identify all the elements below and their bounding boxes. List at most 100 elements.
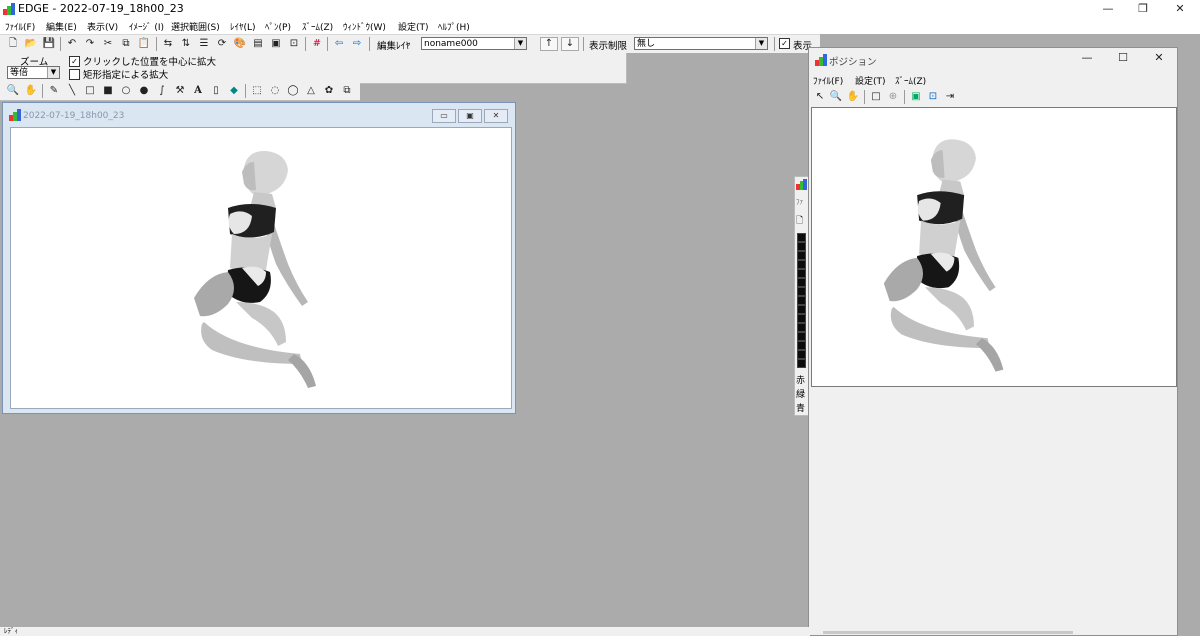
display-checkbox[interactable]: ✓ [779,38,790,49]
position-menu-file[interactable]: ﾌｧｲﾙ(F) [813,74,843,87]
position-close-button[interactable]: ✕ [1141,50,1177,66]
palette-swatch[interactable] [797,323,806,332]
chevron-down-icon: ▼ [47,67,59,78]
crosshair-icon[interactable]: ⊕ [886,90,900,104]
ellipse-select-icon[interactable]: ◌ [268,84,282,98]
polygon-select-icon[interactable]: △ [304,84,318,98]
menu-selection[interactable]: 選択範囲(S) [171,20,220,33]
position-menu-zoom[interactable]: ｽﾞｰﾑ(Z) [895,74,926,87]
palette-swatch[interactable] [797,305,806,314]
filled-circle-icon[interactable]: ● [137,84,151,98]
pointer-icon[interactable]: ↖ [813,90,827,104]
copy-icon[interactable]: ⧉ [119,37,133,51]
palette-swatch[interactable] [797,296,806,305]
new-file-icon[interactable]: 🗋 [6,37,20,51]
undo-icon[interactable]: ↶ [65,37,79,51]
menu-image[interactable]: ｲﾒｰｼﾞ (I) [129,20,164,33]
magnifier-icon[interactable]: 🔍 [829,90,843,104]
flip-v-icon[interactable]: ⇅ [179,37,193,51]
menu-view[interactable]: 表示(V) [87,20,118,33]
hand-icon[interactable]: ✋ [846,90,860,104]
frame-icon[interactable]: ⊡ [287,37,301,51]
position-preview[interactable] [811,107,1177,387]
close-button[interactable]: ✕ [1162,0,1198,18]
canvas-maximize-button[interactable]: ▣ [458,109,482,123]
next-frame-icon[interactable]: ⇨ [350,37,364,51]
palette-swatch[interactable] [797,269,806,278]
layers-icon[interactable]: ☰ [197,37,211,51]
palette-swatch[interactable] [797,242,806,251]
hand-icon[interactable]: ✋ [24,84,38,98]
image-icon[interactable]: ▣ [909,90,923,104]
flip-h-icon[interactable]: ⇆ [161,37,175,51]
open-folder-icon[interactable]: 📂 [24,37,38,51]
menu-zoom[interactable]: ｽﾞｰﾑ(Z) [302,20,333,33]
palette-swatch[interactable] [797,350,806,359]
magic-select-icon[interactable]: ✿ [322,84,336,98]
zoom-rect-checkbox[interactable] [69,69,80,80]
eraser-icon[interactable]: ▯ [209,84,223,98]
display-limit-select[interactable]: 無し ▼ [634,37,768,50]
palette-swatch[interactable] [797,314,806,323]
line-icon[interactable]: ╲ [65,84,79,98]
position-minimize-button[interactable]: — [1069,50,1105,66]
layer-down-button[interactable]: ↓ [561,37,579,51]
menu-settings[interactable]: 設定(T) [398,20,429,33]
restore-button[interactable]: ❐ [1125,0,1161,18]
curve-icon[interactable]: ∫ [155,84,169,98]
move-select-icon[interactable]: ⧉ [340,84,354,98]
edit-layer-select[interactable]: noname000 ▼ [421,37,527,50]
palette-swatch[interactable] [797,287,806,296]
filled-rect-icon[interactable]: ■ [101,84,115,98]
image-icon[interactable]: ▣ [269,37,283,51]
text-icon[interactable]: A [191,84,205,98]
chevron-down-icon: ▼ [755,38,767,49]
redo-icon[interactable]: ↷ [83,37,97,51]
horizontal-scrollbar[interactable] [823,631,1073,634]
rect-select-icon[interactable]: ⬚ [250,84,264,98]
rect-icon[interactable]: □ [83,84,97,98]
menu-window[interactable]: ｳｨﾝﾄﾞｳ(W) [343,20,386,33]
palette-swatch[interactable] [797,260,806,269]
canvas-minimize-button[interactable]: ▭ [432,109,456,123]
palette-swatch[interactable] [797,251,806,260]
palette-swatch[interactable] [797,332,806,341]
menu-edit[interactable]: 編集(E) [46,20,77,33]
menu-help[interactable]: ﾍﾙﾌﾟ(H) [438,20,470,33]
prev-frame-icon[interactable]: ⇦ [332,37,346,51]
circle-icon[interactable]: ○ [119,84,133,98]
position-window[interactable]: ポジション — ☐ ✕ ﾌｧｲﾙ(F) 設定(T) ｽﾞｰﾑ(Z) ↖ 🔍 ✋ … [808,47,1178,636]
palette-swatch[interactable] [797,359,806,368]
palette-swatch[interactable] [797,341,806,350]
palette-page-icon[interactable]: 🗋 [796,213,803,229]
hammer-icon[interactable]: ⚒ [173,84,187,98]
fill-bucket-icon[interactable]: ◆ [227,84,241,98]
rotate-icon[interactable]: ⟳ [215,37,229,51]
paste-icon[interactable]: 📋 [137,37,151,51]
canvas-close-button[interactable]: ✕ [484,109,508,123]
cut-icon[interactable]: ✂ [101,37,115,51]
palette-icon[interactable]: 🎨 [233,37,247,51]
grid-icon[interactable]: # [310,37,324,51]
save-icon[interactable]: 💾 [42,37,56,51]
palette-swatch[interactable] [797,233,806,242]
lasso-icon[interactable]: ◯ [286,84,300,98]
magnifier-icon[interactable]: 🔍 [6,84,20,98]
fit-icon[interactable]: ⊡ [926,90,940,104]
canvas-window[interactable]: 2022-07-19_18h00_23 ▭ ▣ ✕ [2,102,516,414]
menu-file[interactable]: ﾌｧｲﾙ(F) [5,20,35,33]
move-icon[interactable]: ⇥ [943,90,957,104]
position-maximize-button[interactable]: ☐ [1105,50,1141,66]
position-menu-settings[interactable]: 設定(T) [855,74,886,87]
film-icon[interactable]: ▤ [251,37,265,51]
minimize-button[interactable]: — [1090,0,1126,18]
menu-pen[interactable]: ﾍﾟﾝ(P) [265,20,291,33]
layer-up-button[interactable]: ↑ [540,37,558,51]
menu-layer[interactable]: ﾚｲﾔ(L) [230,20,256,33]
zoom-select[interactable]: 等倍 ▼ [7,66,60,79]
drawing-canvas[interactable] [10,127,512,409]
zoom-center-checkbox[interactable]: ✓ [69,56,80,67]
rect-icon[interactable]: □ [869,90,883,104]
pen-icon[interactable]: ✎ [47,84,61,98]
palette-swatch[interactable] [797,278,806,287]
